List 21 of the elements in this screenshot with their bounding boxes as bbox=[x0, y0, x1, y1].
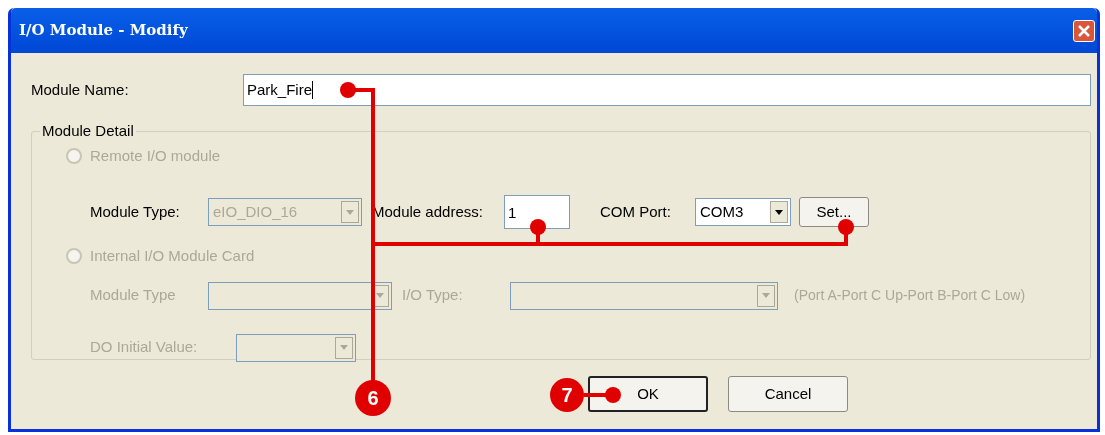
group-title: Module Detail bbox=[41, 121, 135, 141]
field-label: COM Port: bbox=[600, 201, 672, 222]
radio-label: Remote I/O module bbox=[90, 145, 221, 166]
dropdown-field[interactable] bbox=[236, 333, 356, 362]
module-name-input[interactable]: Park_Fire bbox=[243, 74, 1091, 106]
field-label: Module Type bbox=[90, 285, 177, 306]
window-title: I/O Module - Modify bbox=[19, 20, 188, 42]
close-icon bbox=[1078, 24, 1090, 37]
field-label: Module Type: bbox=[90, 201, 181, 222]
field-label: I/O Type: bbox=[402, 285, 464, 306]
hint-text: (Port A-Port C Up-Port B-Port C Low) bbox=[794, 286, 1026, 305]
radio-label: Internal I/O Module Card bbox=[90, 246, 255, 266]
field-label: DO Initial Value: bbox=[90, 337, 199, 358]
field-label: Module Name: bbox=[31, 79, 130, 100]
dialog-button[interactable]: OK bbox=[588, 376, 708, 412]
close-button[interactable] bbox=[1073, 19, 1095, 42]
dialog-button[interactable]: Cancel bbox=[728, 376, 848, 412]
callout-badge: 6 bbox=[355, 380, 391, 416]
dropdown-field[interactable] bbox=[208, 281, 392, 310]
dropdown-field[interactable] bbox=[510, 281, 778, 310]
callout-badge: 7 bbox=[550, 378, 584, 412]
